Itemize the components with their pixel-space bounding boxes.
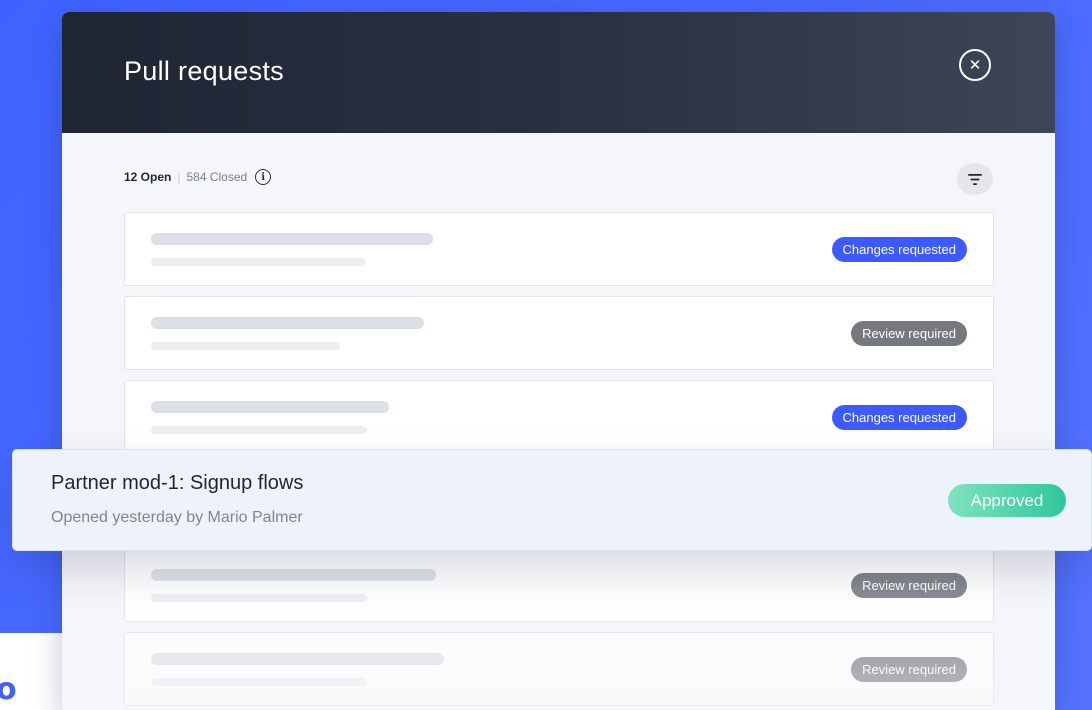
skeleton-title [151, 317, 424, 329]
panel-header: Pull requests ✕ [62, 12, 1055, 133]
panel-title: Pull requests [124, 56, 284, 86]
counts-separator: | [177, 170, 181, 184]
pr-subtitle: Opened yesterday by Mario Palmer [51, 509, 303, 526]
pr-list-item[interactable]: Review required [124, 548, 994, 622]
pr-list-item[interactable]: Changes requested [124, 380, 994, 454]
pr-title: Partner mod-1: Signup flows [51, 472, 304, 494]
closed-count-tab[interactable]: 584 Closed [186, 170, 247, 184]
info-icon[interactable]: i [255, 169, 272, 185]
skeleton-subtitle [151, 594, 367, 602]
open-count-tab[interactable]: 12 Open [124, 170, 171, 184]
status-badge: Changes requested [831, 405, 967, 430]
status-badge: Changes requested [831, 237, 967, 262]
status-badge: Review required [851, 657, 967, 682]
status-badge: Review required [851, 321, 967, 346]
pr-list-item[interactable]: Review required [124, 296, 994, 370]
pr-list-item[interactable]: Changes requested [124, 212, 994, 286]
pr-list-item[interactable]: Review required [124, 632, 994, 706]
skeleton-title [151, 401, 389, 413]
filter-icon [968, 173, 982, 185]
approved-badge: Approved [948, 484, 1066, 517]
status-badge: Review required [851, 573, 967, 598]
skeleton-subtitle [151, 426, 367, 434]
pull-requests-panel: Pull requests ✕ 12 Open | 584 Closed i C… [62, 12, 1055, 710]
skeleton-subtitle [151, 342, 340, 350]
close-button[interactable]: ✕ [959, 49, 991, 81]
skeleton-title [151, 653, 444, 665]
decorative-glyph: o [0, 672, 17, 707]
skeleton-title [151, 233, 433, 245]
skeleton-title [151, 569, 436, 581]
close-icon: ✕ [968, 57, 982, 74]
skeleton-subtitle [151, 678, 367, 686]
pr-counts: 12 Open | 584 Closed i [124, 169, 272, 185]
skeleton-subtitle [151, 258, 365, 266]
featured-pr-card[interactable]: Partner mod-1: Signup flows Opened yeste… [12, 449, 1092, 551]
filter-button[interactable] [957, 163, 993, 195]
